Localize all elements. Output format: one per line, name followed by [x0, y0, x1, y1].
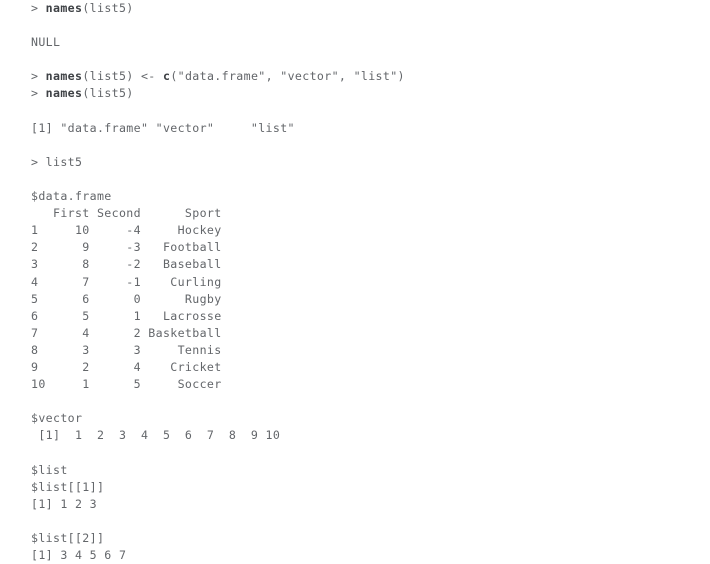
console-output-line: 9 2 4 Cricket: [31, 359, 222, 374]
console-output-line: 5 6 0 Rugby: [31, 291, 222, 306]
console-output-line: [1] "data.frame" "vector" "list": [31, 120, 295, 135]
console-output-line: [1] 3 4 5 6 7: [31, 548, 127, 562]
r-function-name: names: [45, 69, 83, 84]
console-output-line: First Second Sport: [31, 206, 222, 221]
console-output-line: 1 10 -4 Hockey: [31, 223, 222, 238]
console-input-line: > names(list5): [31, 0, 691, 17]
console-text: >: [31, 69, 46, 84]
console-text: (list5): [82, 1, 134, 15]
console-output-line: $vector: [31, 411, 83, 426]
console-input-line: > names(list5): [31, 85, 691, 102]
console-output-line: [1] 1 2 3 4 5 6 7 8 9 10: [31, 428, 281, 443]
console-text: > list5: [31, 154, 83, 169]
console-output-line: $list[[2]]: [31, 530, 105, 545]
console-output-line: 2 9 -3 Football: [31, 240, 222, 255]
console-output-line: $list: [31, 462, 68, 477]
console-text: ("data.frame", "vector", "list"): [170, 69, 405, 84]
console-output-line: $data.frame: [31, 189, 112, 204]
console-input-line: > list5: [31, 154, 691, 171]
console-input-line: > names(list5) <- c("data.frame", "vecto…: [31, 68, 691, 85]
r-function-name: names: [45, 1, 83, 15]
console-text: (list5) <-: [82, 69, 163, 84]
console-output-line: 10 1 5 Soccer: [31, 377, 222, 392]
console-text: >: [31, 1, 46, 15]
console-output-line: $list[[1]]: [31, 479, 105, 494]
console-text: >: [31, 86, 46, 101]
r-console-output[interactable]: > names(list5) NULL > names(list5) <- c(…: [31, 0, 691, 564]
console-text: (list5): [82, 86, 134, 101]
console-output-line: 3 8 -2 Baseball: [31, 257, 222, 272]
console-output-line: NULL: [31, 35, 61, 50]
console-output-line: 8 3 3 Tennis: [31, 342, 222, 357]
console-output-line: 7 4 2 Basketball: [31, 325, 222, 340]
r-function-name: names: [45, 86, 83, 101]
console-output-line: [1] 1 2 3: [31, 496, 97, 511]
console-output-line: 4 7 -1 Curling: [31, 274, 222, 289]
console-output-line: 6 5 1 Lacrosse: [31, 308, 222, 323]
